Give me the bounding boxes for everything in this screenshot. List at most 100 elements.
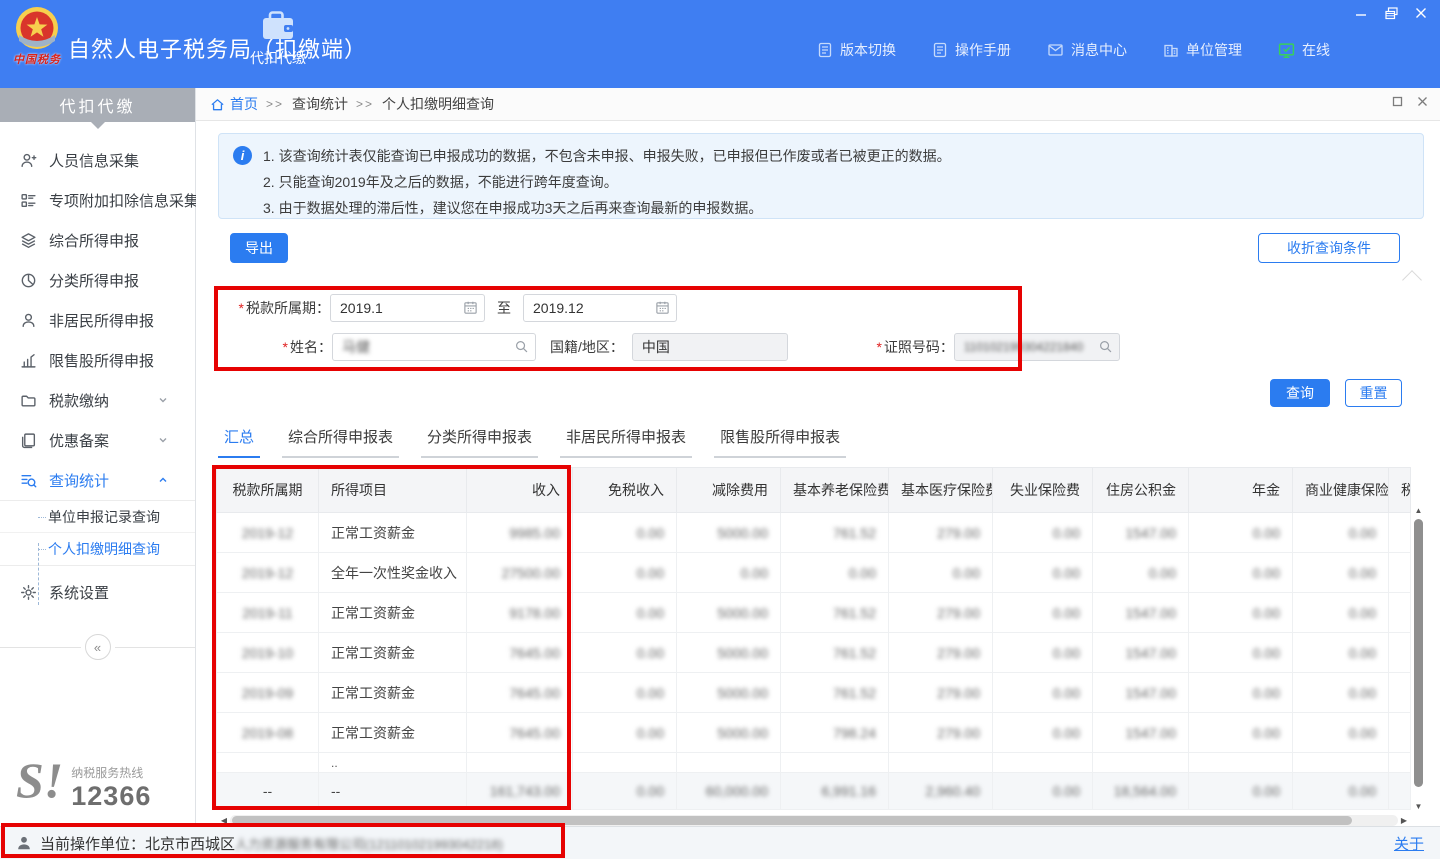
- scroll-right-arrow-icon[interactable]: ▶: [1398, 816, 1410, 825]
- tab-comprehensive-income[interactable]: 综合所得申报表: [282, 426, 399, 458]
- logo-caption: 中国税务: [8, 51, 66, 67]
- table-header-cell: 失业保险费: [993, 468, 1093, 513]
- table-cell: 2019-12: [217, 513, 319, 553]
- sidebar-item-classified-income[interactable]: 分类所得申报: [0, 260, 195, 300]
- table-cell: [1189, 753, 1293, 773]
- nationality-label: 国籍/地区：: [550, 337, 624, 357]
- query-form-row-period: *税款所属期： 2019.1 至 2019.12: [218, 294, 677, 322]
- breadcrumb-separator: >>: [356, 97, 374, 111]
- table-cell: 0.00: [573, 593, 677, 633]
- maximize-tab-icon[interactable]: [1392, 96, 1403, 107]
- sidebar-subitem-personal-withholding-query[interactable]: 个人扣缴明细查询: [0, 533, 195, 565]
- sidebar-item-tax-payment[interactable]: 税款缴纳: [0, 380, 195, 420]
- table-cell: [993, 753, 1093, 773]
- table-cell: [1389, 513, 1411, 553]
- message-center-button[interactable]: 消息中心: [1047, 40, 1127, 60]
- vertical-scrollbar[interactable]: ▲ ▼: [1412, 505, 1425, 813]
- restore-button[interactable]: [1382, 4, 1400, 22]
- divider: [0, 647, 81, 648]
- national-emblem-icon: [14, 5, 60, 51]
- table-cell: 0.00: [1189, 553, 1293, 593]
- sidebar-subitem-label: 个人扣缴明细查询: [48, 539, 160, 559]
- tab-daikou-daijiao[interactable]: 代扣代缴: [238, 10, 318, 88]
- tab-restricted-shares[interactable]: 限售股所得申报表: [714, 426, 846, 458]
- table-cell: 2019-11: [217, 593, 319, 633]
- table-cell: 正常工资薪金: [319, 673, 467, 713]
- sidebar-menu: 人员信息采集 专项附加扣除信息采集 综合所得申报 分类所得申报 非居民: [0, 140, 195, 660]
- search-icon[interactable]: [514, 339, 529, 354]
- table-data-row: 2019-12全年一次性奖金收入27500.000.000.000.000.00…: [217, 553, 1411, 593]
- search-button[interactable]: 查询: [1270, 379, 1330, 407]
- tab-nonresident-income[interactable]: 非居民所得申报表: [560, 426, 692, 458]
- table-cell: 5000.00: [677, 593, 781, 633]
- sidebar-item-restricted-shares[interactable]: 限售股所得申报: [0, 340, 195, 380]
- name-input[interactable]: 马健: [332, 333, 536, 361]
- app-header: 中国税务 自然人电子税务局（扣缴端） 代扣代缴 版本切换 操作手册: [0, 0, 1440, 88]
- sidebar-subitem-unit-declaration-query[interactable]: 单位申报记录查询: [0, 501, 195, 533]
- version-switch-button[interactable]: 版本切换: [817, 40, 896, 60]
- sidebar-item-label: 非居民所得申报: [49, 310, 181, 331]
- about-link[interactable]: 关于: [1394, 833, 1424, 854]
- sidebar-subitem-label: 单位申报记录查询: [48, 507, 160, 527]
- nationality-input[interactable]: 中国: [632, 333, 788, 361]
- table-data-row: 2019-10正常工资薪金7645.000.005000.00761.52279…: [217, 633, 1411, 673]
- scroll-up-arrow-icon[interactable]: ▲: [1412, 505, 1425, 517]
- close-tab-icon[interactable]: [1417, 96, 1428, 107]
- export-button[interactable]: 导出: [230, 233, 288, 263]
- close-button[interactable]: [1412, 4, 1430, 22]
- name-label: *姓名：: [218, 337, 332, 357]
- sidebar-collapse-row: «: [0, 634, 195, 660]
- collapse-query-button[interactable]: 收折查询条件: [1258, 233, 1400, 263]
- table-cell: 0.00: [993, 673, 1093, 713]
- horizontal-scrollbar-thumb[interactable]: [232, 816, 1352, 825]
- horizontal-scrollbar-track[interactable]: [230, 815, 1398, 826]
- tax-bureau-logo: 中国税务: [8, 5, 66, 67]
- table-cell: 7645.00: [467, 673, 573, 713]
- sidebar-item-nonresident-income[interactable]: 非居民所得申报: [0, 300, 195, 340]
- sidebar-item-query-statistics[interactable]: 查询统计: [0, 460, 195, 500]
- table-cell: 0.00: [1293, 553, 1389, 593]
- layers-icon: [20, 232, 37, 249]
- table-data-row: 2019-11正常工资薪金9178.000.005000.00761.52279…: [217, 593, 1411, 633]
- table-cell: 0.00: [993, 633, 1093, 673]
- message-center-label: 消息中心: [1071, 40, 1127, 60]
- search-icon[interactable]: [1098, 339, 1113, 354]
- manual-button[interactable]: 操作手册: [932, 40, 1011, 60]
- documents-icon: [20, 432, 37, 449]
- breadcrumb-separator: >>: [266, 97, 284, 111]
- sidebar-collapse-button[interactable]: «: [85, 634, 111, 660]
- calendar-icon[interactable]: [655, 300, 670, 315]
- tab-classified-income[interactable]: 分类所得申报表: [421, 426, 538, 458]
- table-cell: 27500.00: [467, 553, 573, 593]
- scroll-down-arrow-icon[interactable]: ▼: [1412, 801, 1425, 813]
- sidebar-item-label: 优惠备案: [49, 430, 157, 451]
- table-data-row: 2019-08正常工资薪金7645.000.005000.00798.24279…: [217, 713, 1411, 753]
- table-cell: 0.00: [1293, 593, 1389, 633]
- period-to-input[interactable]: 2019.12: [523, 294, 677, 322]
- online-status[interactable]: 在线: [1278, 40, 1330, 60]
- table-cell: [1389, 593, 1411, 633]
- minimize-button[interactable]: [1352, 4, 1370, 22]
- breadcrumb-home[interactable]: 首页: [210, 94, 258, 114]
- unit-management-button[interactable]: 单位管理: [1163, 40, 1242, 60]
- sidebar-item-label: 系统设置: [49, 582, 181, 603]
- calendar-icon[interactable]: [463, 300, 478, 315]
- sidebar-item-personnel-info[interactable]: 人员信息采集: [0, 140, 195, 180]
- period-from-input[interactable]: 2019.1: [330, 294, 485, 322]
- table-cell: 0.00: [1189, 713, 1293, 753]
- table-cell: 1547.00: [1093, 633, 1189, 673]
- scroll-left-arrow-icon[interactable]: ◀: [218, 816, 230, 825]
- sidebar-item-label: 分类所得申报: [49, 270, 181, 291]
- sidebar-item-preferential-filing[interactable]: 优惠备案: [0, 420, 195, 460]
- sidebar-item-special-deduction[interactable]: 专项附加扣除信息采集: [0, 180, 195, 220]
- vertical-scrollbar-thumb[interactable]: [1414, 519, 1423, 787]
- sidebar-item-system-settings[interactable]: 系统设置: [0, 572, 195, 612]
- reset-button[interactable]: 重置: [1345, 379, 1402, 407]
- tab-summary[interactable]: 汇总: [218, 426, 260, 458]
- table-cell: 1547.00: [1093, 713, 1189, 753]
- id-number-input[interactable]: 110102199304221840: [954, 333, 1120, 361]
- table-cell: 0.00: [993, 593, 1093, 633]
- sidebar-item-comprehensive-income[interactable]: 综合所得申报: [0, 220, 195, 260]
- user-icon: [16, 835, 32, 851]
- table-data-row: 2019-12正常工资薪金9985.000.005000.00761.52279…: [217, 513, 1411, 553]
